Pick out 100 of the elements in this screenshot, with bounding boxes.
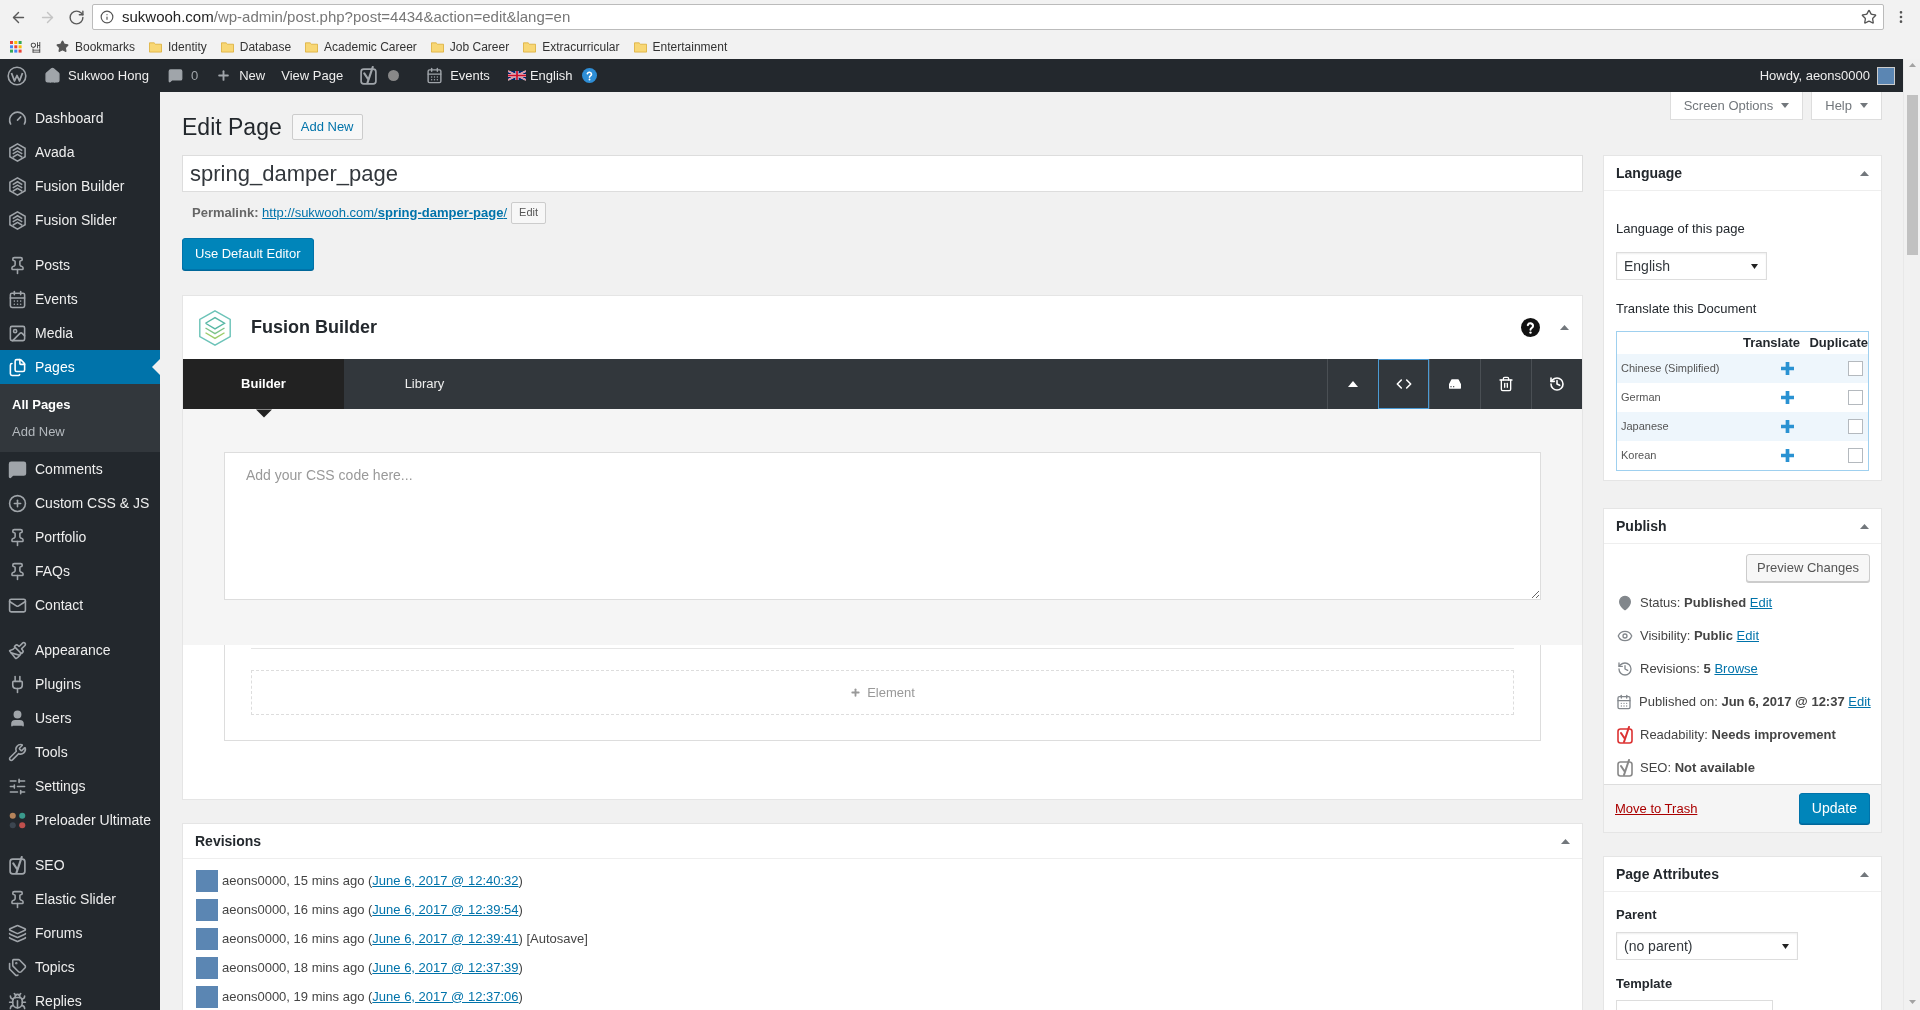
duplicate-checkbox[interactable] xyxy=(1848,448,1863,463)
collapse-arrow-icon[interactable] xyxy=(1561,838,1570,844)
apps-button[interactable]: 앱 xyxy=(10,37,42,56)
edit-link[interactable]: Edit xyxy=(1736,627,1759,643)
caret-icon[interactable] xyxy=(1781,103,1790,108)
sidebar-item[interactable]: Settings xyxy=(0,769,160,803)
revision-date-link[interactable]: June 6, 2017 @ 12:37:06 xyxy=(372,988,519,1004)
sidebar-item[interactable]: Fusion Builder xyxy=(0,169,160,203)
add-new-button[interactable]: Add New xyxy=(291,114,363,140)
reload-icon xyxy=(68,8,85,26)
sidebar-item[interactable]: Fusion Slider xyxy=(0,203,160,237)
help-icon[interactable] xyxy=(1521,318,1540,337)
update-button[interactable]: Update xyxy=(1798,793,1870,824)
add-translation-icon[interactable] xyxy=(1781,449,1794,462)
revision-entry: aeons0000, 16 mins ago (June 6, 2017 @ 12:39:54) xyxy=(222,901,523,918)
dropdown-caret-icon[interactable] xyxy=(1751,263,1758,269)
up-triangle-icon[interactable] xyxy=(1348,381,1358,387)
bookmark-star-icon[interactable] xyxy=(1861,9,1877,25)
avatar-placeholder xyxy=(196,898,218,921)
collapse-arrow-icon[interactable] xyxy=(1860,170,1869,176)
account-menu[interactable]: Howdy, aeons0000 xyxy=(1759,65,1895,86)
language-select[interactable]: English xyxy=(1616,252,1767,280)
revision-date-link[interactable]: June 6, 2017 @ 12:39:54 xyxy=(372,901,519,917)
revision-date-link[interactable]: June 6, 2017 @ 12:39:41 xyxy=(372,930,519,946)
sidebar-item[interactable]: Forums xyxy=(0,916,160,950)
permalink-link[interactable]: http://sukwooh.com/spring-damper-page/ xyxy=(262,204,508,220)
duplicate-checkbox[interactable] xyxy=(1848,419,1863,434)
css-code-field[interactable]: Add your CSS code here... xyxy=(224,452,1541,600)
sidebar-item[interactable]: Custom CSS & JS xyxy=(0,486,160,520)
sidebar-item[interactable]: Users xyxy=(0,701,160,735)
paintbrush-icon xyxy=(8,640,27,660)
sidebar-item[interactable]: FAQs xyxy=(0,554,160,588)
help-icon[interactable] xyxy=(581,68,597,83)
default-editor-button[interactable]: Use Default Editor xyxy=(182,238,314,270)
view-page-link[interactable]: View Page xyxy=(281,65,344,86)
revision-date-link[interactable]: June 6, 2017 @ 12:37:39 xyxy=(372,959,519,975)
folder-icon xyxy=(220,40,234,53)
bookmark-item[interactable]: Job Career xyxy=(430,37,510,56)
sidebar-item[interactable]: Plugins xyxy=(0,667,160,701)
edit-link[interactable]: Edit xyxy=(1749,594,1773,610)
new-link[interactable]: New xyxy=(216,65,266,86)
collapse-arrow-icon[interactable] xyxy=(1860,523,1869,529)
sidebar-item[interactable]: Dashboard xyxy=(0,101,160,135)
events-link[interactable]: Events xyxy=(426,65,490,86)
column-header: Translate xyxy=(1741,334,1801,353)
language-switcher[interactable]: English xyxy=(507,65,597,86)
sidebar-item[interactable]: Avada xyxy=(0,135,160,169)
sidebar-item[interactable]: Events xyxy=(0,282,160,316)
add-translation-icon[interactable] xyxy=(1781,362,1794,375)
logo-icon[interactable] xyxy=(7,65,27,86)
preview-changes-button[interactable]: Preview Changes xyxy=(1746,554,1870,582)
edit-link[interactable]: Browse xyxy=(1714,660,1758,676)
sidebar-item[interactable]: Preloader Ultimate xyxy=(0,803,160,837)
bookmark-item[interactable]: Entertainment xyxy=(633,37,728,56)
duplicate-checkbox[interactable] xyxy=(1848,361,1863,376)
parent-select[interactable]: (no parent) xyxy=(1616,932,1798,960)
collapse-arrow-icon[interactable] xyxy=(1860,871,1869,877)
bookmark-item[interactable]: Extracurricular xyxy=(523,37,620,56)
collapse-arrow-icon[interactable] xyxy=(1560,325,1569,330)
add-translation-icon[interactable] xyxy=(1781,391,1794,404)
sidebar-item[interactable]: SEO xyxy=(0,848,160,882)
scrollbar[interactable] xyxy=(1903,59,1920,1010)
move-to-trash-link[interactable]: Move to Trash xyxy=(1615,798,1698,819)
sidebar-item[interactable]: Tools xyxy=(0,735,160,769)
submenu-item[interactable]: All Pages xyxy=(0,391,160,418)
caret-icon[interactable] xyxy=(1860,103,1868,108)
address-bar[interactable]: sukwooh.com/wp-admin/post.php?post=4434&action=edit&lang=en xyxy=(92,4,1884,30)
bookmark-item[interactable]: Academic Career xyxy=(305,37,417,56)
dropdown-caret-icon[interactable] xyxy=(1782,943,1789,949)
edit-button[interactable]: Edit xyxy=(511,201,546,224)
sidebar-item[interactable]: Elastic Slider xyxy=(0,882,160,916)
comments-link[interactable]: 0 xyxy=(167,65,199,86)
duplicate-checkbox[interactable] xyxy=(1848,390,1863,405)
submenu-item[interactable]: Add New xyxy=(0,418,160,445)
code-tool-button[interactable] xyxy=(1378,359,1429,409)
bookmark-item[interactable]: Database xyxy=(220,37,292,56)
edit-link[interactable]: Edit xyxy=(1848,693,1871,709)
info-icon[interactable] xyxy=(100,10,114,24)
bookmark-item[interactable]: Bookmarks xyxy=(56,37,136,56)
builder-tab[interactable]: Library xyxy=(344,359,505,409)
sidebar-item[interactable]: Media xyxy=(0,316,160,350)
title-input[interactable]: spring_damper_page xyxy=(182,155,1583,192)
screen-meta-button[interactable]: Help xyxy=(1811,92,1882,120)
y-badge-icon xyxy=(1616,725,1633,744)
revision-date-link[interactable]: June 6, 2017 @ 12:40:32 xyxy=(372,872,519,888)
scroll-thumb[interactable] xyxy=(1906,95,1918,255)
sidebar-item[interactable]: Pages xyxy=(0,350,160,384)
calendar-icon xyxy=(8,289,27,309)
bookmark-item[interactable]: Identity xyxy=(149,37,207,56)
add-translation-icon[interactable] xyxy=(1781,420,1794,433)
site-link[interactable]: Sukwoo Hong xyxy=(44,65,149,86)
screen-meta-button[interactable]: Screen Options xyxy=(1669,92,1804,120)
sidebar-item[interactable]: Comments xyxy=(0,452,160,486)
sidebar-item[interactable]: Topics xyxy=(0,950,160,984)
sidebar-item[interactable]: Replies xyxy=(0,984,160,1010)
sidebar-item[interactable]: Appearance xyxy=(0,633,160,667)
seo-menu[interactable] xyxy=(360,66,400,85)
sidebar-item[interactable]: Portfolio xyxy=(0,520,160,554)
sidebar-item[interactable]: Posts xyxy=(0,248,160,282)
sidebar-item[interactable]: Contact xyxy=(0,588,160,622)
